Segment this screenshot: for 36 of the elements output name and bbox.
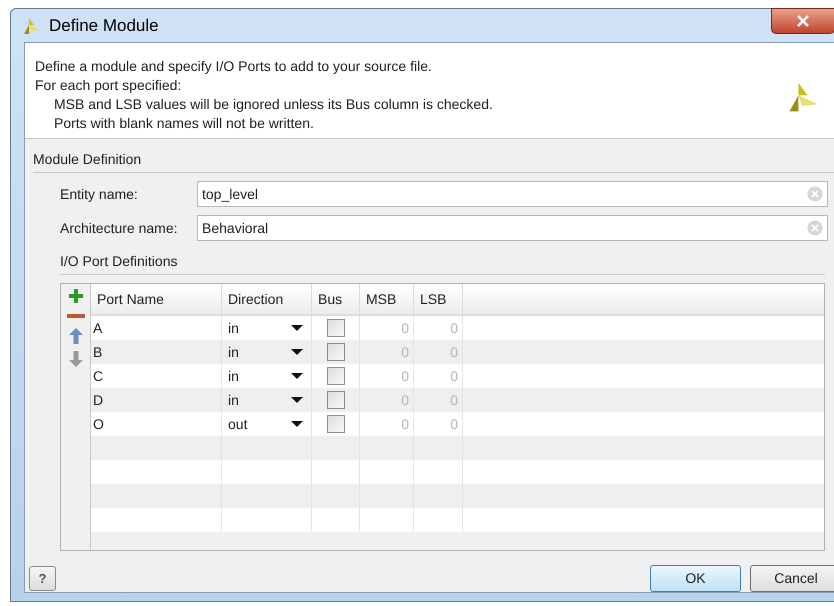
text-field[interactable]: Behavioral [197, 215, 828, 241]
move-up-icon[interactable] [68, 328, 82, 344]
close-button[interactable] [771, 8, 834, 34]
description-text: MSB and LSB values will be ignored unless its Bus column is checked. [53, 95, 494, 114]
caret-icon [291, 421, 303, 427]
text-field[interactable]: top_level [197, 181, 828, 207]
caret-icon [291, 397, 303, 403]
column-header[interactable]: MSB [360, 284, 414, 314]
bus-checkbox[interactable] [326, 415, 344, 433]
add-icon[interactable] [68, 288, 84, 304]
caret-icon [291, 373, 303, 379]
section-title: I/O Port Definitions [60, 253, 178, 269]
caret-icon [291, 349, 303, 355]
section-title: Module Definition [33, 151, 142, 167]
ok-button[interactable]: OK [650, 565, 741, 592]
column-header[interactable]: LSB [414, 284, 463, 314]
help-button[interactable]: ? [29, 566, 56, 591]
bus-checkbox[interactable] [326, 367, 344, 385]
column-header[interactable]: Direction [222, 284, 312, 314]
description-text: Ports with blank names will not be written. [53, 114, 315, 133]
caret-icon [291, 325, 303, 331]
column-header[interactable]: Port Name [91, 284, 222, 314]
description-text: For each port specified: [35, 76, 182, 95]
move-down-icon[interactable] [68, 351, 82, 367]
field-label: Entity name: [60, 184, 139, 204]
close-icon [796, 15, 810, 27]
window-title: Define Module [49, 14, 159, 37]
logo-icon [21, 16, 41, 36]
description-text: Define a module and specify I/O Ports to add to your source file. [35, 57, 433, 76]
bus-checkbox[interactable] [326, 343, 344, 361]
remove-icon[interactable] [66, 311, 84, 321]
cancel-button[interactable]: Cancel [750, 565, 834, 592]
column-header[interactable]: Bus [312, 284, 360, 314]
bus-checkbox[interactable] [326, 319, 344, 337]
field-label: Architecture name: [60, 218, 178, 238]
bus-checkbox[interactable] [326, 391, 344, 409]
